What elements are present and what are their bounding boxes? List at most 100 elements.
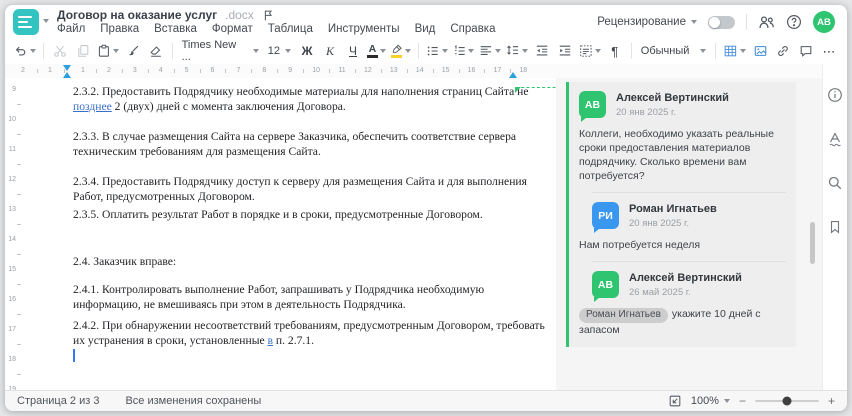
- paragraph-2-4-2[interactable]: 2.4.2. При обнаружении несоответствий тр…: [73, 318, 545, 348]
- info-icon[interactable]: [826, 86, 844, 104]
- chevron-down-icon: [441, 49, 448, 53]
- bold-button[interactable]: Ж: [296, 40, 318, 62]
- increase-indent-button[interactable]: [554, 40, 576, 62]
- chevron-down-icon: [379, 49, 386, 53]
- highlight-color-button[interactable]: [389, 40, 413, 62]
- insert-comment-button[interactable]: [795, 40, 817, 62]
- app-window: Договор на оказание услуг .docx Файл Прав…: [5, 5, 847, 411]
- insert-image-button[interactable]: [749, 40, 771, 62]
- document-page[interactable]: 2.3.2. Предоставить Подрядчику необходим…: [23, 78, 556, 390]
- underline-button[interactable]: Ч: [342, 40, 364, 62]
- decrease-indent-button[interactable]: [531, 40, 553, 62]
- header: Договор на оказание услуг .docx Файл Прав…: [5, 5, 847, 38]
- comment-thread-card[interactable]: АВ Алексей Вертинский 20 янв 2025 г. Кол…: [566, 82, 796, 347]
- vertical-ruler[interactable]: 910111213141516171819: [5, 78, 23, 405]
- tracked-insertion: позднее: [73, 100, 112, 113]
- comments-scrollbar[interactable]: [810, 222, 815, 264]
- chevron-down-icon: [404, 49, 411, 53]
- favorite-flag-icon[interactable]: [262, 9, 274, 22]
- review-mode-dropdown[interactable]: Рецензирование: [597, 16, 697, 28]
- comment-avatar: АВ: [579, 91, 606, 122]
- menu-view[interactable]: Вид: [415, 23, 436, 35]
- comment-author: Алексей Вертинский: [616, 92, 729, 104]
- zoom-out-button[interactable]: −: [739, 395, 746, 407]
- divider: [746, 14, 747, 30]
- mention-badge[interactable]: Роман Игнатьев: [579, 307, 668, 323]
- menu-bar: Файл Правка Вставка Формат Таблица Инстр…: [57, 23, 496, 35]
- horizontal-ruler[interactable]: 2 1 1 2 3 4 5 6 7 8 9 10 11 12 13 14 15 16 17 18: [5, 64, 847, 78]
- font-size-select[interactable]: 12: [264, 40, 295, 62]
- font-name-select[interactable]: Times New ...: [178, 39, 263, 63]
- numbered-list-button[interactable]: [451, 40, 477, 62]
- menu-help[interactable]: Справка: [450, 23, 495, 35]
- comment-reply[interactable]: АВ Алексей Вертинский 26 май 2025 г. Ром…: [579, 271, 786, 337]
- clear-style-button[interactable]: [145, 40, 167, 62]
- align-button[interactable]: [477, 40, 503, 62]
- paragraph-2-3-4[interactable]: 2.3.4. Предоставить Подрядчику доступ к …: [73, 174, 535, 204]
- paragraph-2-3-2[interactable]: 2.3.2. Предоставить Подрядчику необходим…: [73, 84, 535, 114]
- line-spacing-button[interactable]: [504, 40, 530, 62]
- text-cursor: [73, 349, 75, 362]
- bullet-list-button[interactable]: [424, 40, 450, 62]
- document-extension: .docx: [225, 8, 254, 22]
- comments-panel: АВ Алексей Вертинский 20 янв 2025 г. Кол…: [556, 78, 822, 390]
- bookmark-icon[interactable]: [826, 218, 844, 236]
- zoom-in-button[interactable]: +: [828, 395, 835, 407]
- search-icon[interactable]: [826, 174, 844, 192]
- menu-tools[interactable]: Инструменты: [328, 23, 400, 35]
- comment-date: 20 янв 2025 г.: [629, 218, 690, 229]
- more-tools-button[interactable]: ⋯: [818, 40, 840, 62]
- comment-author: Роман Игнатьев: [629, 203, 717, 215]
- font-color-button[interactable]: А: [365, 40, 388, 62]
- menu-table[interactable]: Таблица: [268, 23, 313, 35]
- cut-button[interactable]: [49, 40, 71, 62]
- zoom-slider-thumb[interactable]: [782, 396, 792, 406]
- user-avatar[interactable]: АВ: [813, 11, 835, 33]
- paste-button[interactable]: [95, 40, 121, 62]
- paragraph-2-3-3[interactable]: 2.3.3. В случае размещения Сайта на серв…: [73, 129, 535, 159]
- help-icon[interactable]: [786, 14, 802, 30]
- app-logo-icon[interactable]: [13, 9, 39, 35]
- save-status: Все изменения сохранены: [125, 395, 262, 407]
- paste-caret-icon: [112, 49, 119, 53]
- copy-button[interactable]: [72, 40, 94, 62]
- collaboration-users-icon[interactable]: [758, 15, 775, 30]
- undo-button[interactable]: [12, 40, 38, 62]
- fit-width-icon[interactable]: [668, 394, 682, 408]
- menu-insert[interactable]: Вставка: [154, 23, 197, 35]
- comment-avatar: АВ: [592, 271, 619, 302]
- status-bar: Страница 2 из 3 Все изменения сохранены …: [5, 390, 847, 411]
- undo-caret-icon: [29, 49, 36, 53]
- toolbar: Times New ... 12 Ж К Ч А ¶ Обычный ⋯: [5, 38, 847, 64]
- review-toggle[interactable]: [708, 15, 735, 29]
- paragraph-style-select[interactable]: Обычный: [637, 40, 710, 62]
- chevron-down-icon: [285, 49, 292, 53]
- nonprinting-chars-button[interactable]: ¶: [604, 40, 626, 62]
- chevron-down-icon: [691, 20, 697, 24]
- logo-menu-caret-icon[interactable]: [43, 19, 49, 23]
- menu-format[interactable]: Формат: [212, 23, 253, 35]
- menu-file[interactable]: Файл: [57, 23, 85, 35]
- zoom-level-select[interactable]: 100%: [691, 395, 730, 407]
- italic-button[interactable]: К: [319, 40, 341, 62]
- comment-reply[interactable]: РИ Роман Игнатьев 20 янв 2025 г. Нам пот…: [579, 202, 786, 252]
- document-title: Договор на оказание услуг: [57, 8, 218, 22]
- comment-text: Нам потребуется неделя: [579, 239, 701, 251]
- chevron-down-icon: [723, 399, 730, 403]
- divider: [592, 192, 786, 193]
- copy-style-button[interactable]: [122, 40, 144, 62]
- insert-link-button[interactable]: [772, 40, 794, 62]
- comment-text: Роман Игнатьев укажите 10 дней с запасом: [579, 307, 761, 336]
- menu-edit[interactable]: Правка: [100, 23, 139, 35]
- paragraph-borders-button[interactable]: [577, 40, 603, 62]
- chevron-down-icon: [594, 49, 601, 53]
- chevron-down-icon: [700, 49, 707, 53]
- page-indicator[interactable]: Страница 2 из 3: [17, 395, 99, 407]
- paragraph-2-4[interactable]: 2.4. Заказчик вправе:: [73, 254, 535, 269]
- spellcheck-icon[interactable]: [826, 130, 844, 148]
- zoom-slider[interactable]: [754, 396, 819, 406]
- insert-table-button[interactable]: [721, 40, 748, 62]
- paragraph-2-4-1[interactable]: 2.4.1. Контролировать выполнение Работ, …: [73, 282, 535, 312]
- main-area: 2 1 1 2 3 4 5 6 7 8 9 10 11 12 13 14 15 16 17 18 9 10 11 12 13 1…: [5, 64, 847, 405]
- paragraph-2-3-5[interactable]: 2.3.5. Оплатить результат Работ в порядк…: [73, 207, 535, 222]
